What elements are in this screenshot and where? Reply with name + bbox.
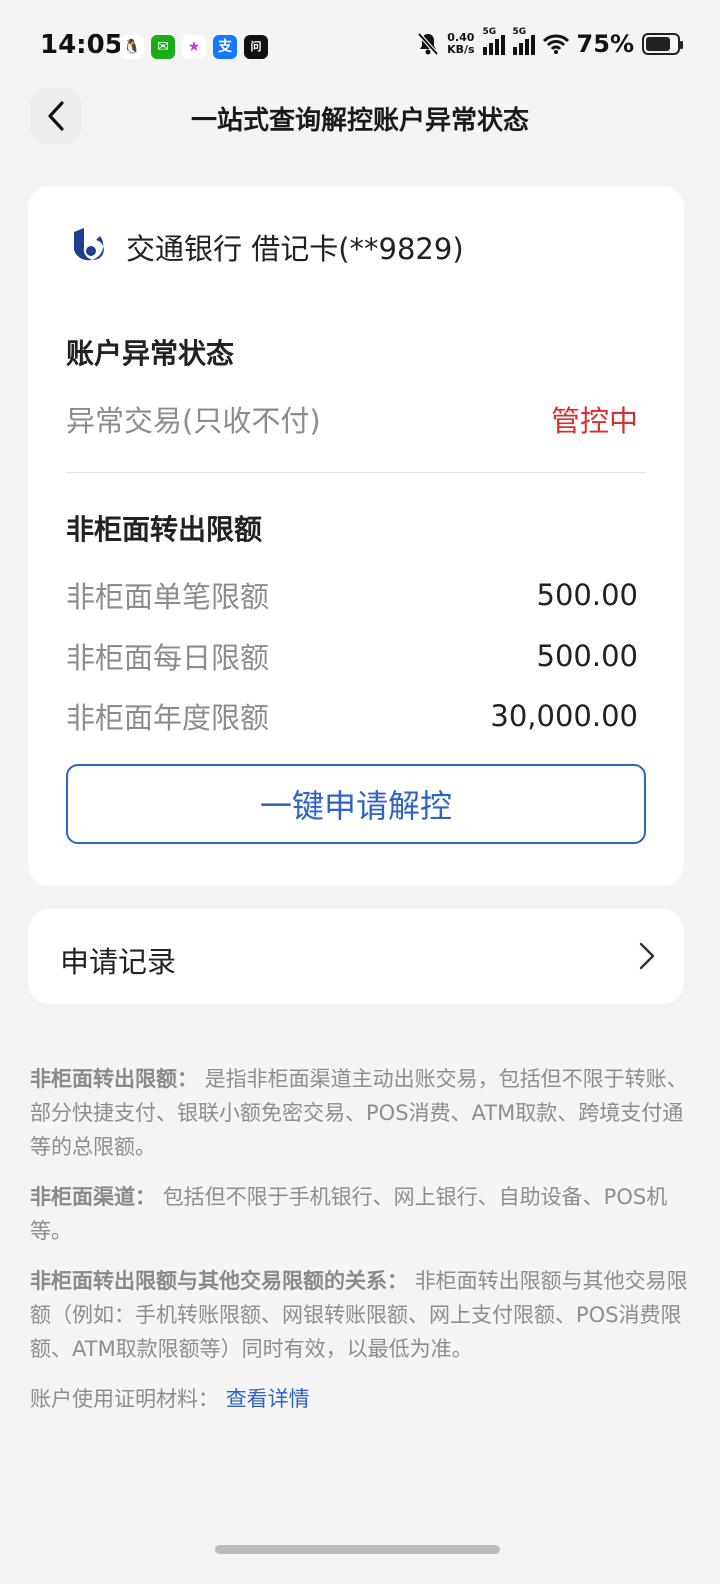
limit-row-daily: 非柜面每日限额 500.00 [66, 635, 638, 677]
wifi-icon [542, 34, 569, 54]
wechat-icon: ✉ [151, 35, 175, 59]
battery-percent: 75% [576, 30, 634, 58]
status-section-title: 账户异常状态 [66, 337, 235, 370]
notification-icons: 🐧 ✉ ★ 支 问 [120, 35, 268, 59]
note-term: 非柜面转出限额： [30, 1067, 198, 1091]
view-details-link[interactable]: 查看详情 [226, 1387, 310, 1411]
limit-value: 500.00 [536, 578, 638, 612]
bocom-logo-icon [74, 228, 104, 261]
bank-row: 交通银行 借记卡(**9829) [66, 226, 464, 268]
page-title: 一站式查询解控账户异常状态 [190, 106, 529, 136]
note-text: 账户使用证明材料： [30, 1387, 219, 1411]
signal-icon: 5G [512, 27, 535, 55]
net-speed-unit: KB/s [447, 43, 475, 56]
battery-icon [642, 33, 683, 55]
status-row: 异常交易(只收不付) 管控中 [66, 398, 638, 440]
header: 一站式查询解控账户异常状态 [0, 88, 720, 148]
qq-icon: 🐧 [120, 35, 144, 59]
status-bar: 14:05 🐧 ✉ ★ 支 问 0.40 KB/s 5G 5G 75% [0, 0, 720, 96]
status-label: 异常交易(只收不付) [66, 404, 321, 438]
limit-row-single: 非柜面单笔限额 500.00 [66, 574, 638, 616]
limit-label: 非柜面每日限额 [66, 641, 270, 675]
note-term: 非柜面转出限额与其他交易限额的关系： [30, 1269, 408, 1293]
status-time: 14:05 [40, 30, 123, 60]
note-proof-materials: 账户使用证明材料： 查看详情 [30, 1382, 692, 1416]
note-term: 非柜面渠道： [30, 1185, 156, 1209]
limit-section-title: 非柜面转出限额 [66, 513, 263, 546]
signal-icon: 5G [482, 27, 505, 55]
limit-value: 30,000.00 [490, 699, 638, 733]
signal-tag: 5G [512, 27, 527, 37]
mute-bell-icon [417, 32, 439, 56]
home-indicator[interactable] [215, 1545, 500, 1554]
unlock-button[interactable]: 一键申请解控 [66, 764, 646, 844]
limit-row-yearly: 非柜面年度限额 30,000.00 [66, 695, 638, 737]
net-speed: 0.40 KB/s [447, 32, 474, 56]
records-row[interactable]: 申请记录 [28, 909, 684, 1004]
status-right: 0.40 KB/s 5G 5G 75% [417, 27, 683, 58]
records-label: 申请记录 [60, 945, 177, 979]
limit-label: 非柜面年度限额 [66, 701, 270, 735]
limit-value: 500.00 [536, 639, 638, 673]
bank-account-name: 交通银行 借记卡(**9829) [126, 232, 464, 266]
note-channel-definition: 非柜面渠道： 包括但不限于手机银行、网上银行、自助设备、POS机等。 [30, 1180, 692, 1248]
toutiao-icon: 问 [244, 35, 268, 59]
status-badge: 管控中 [550, 404, 638, 438]
account-card: 交通银行 借记卡(**9829) 账户异常状态 异常交易(只收不付) 管控中 非… [28, 186, 684, 886]
alipay-icon: 支 [213, 35, 237, 59]
limit-label: 非柜面单笔限额 [66, 580, 270, 614]
notes-section: 非柜面转出限额： 是指非柜面渠道主动出账交易，包括但不限于转账、部分快捷支付、银… [30, 1062, 692, 1432]
divider [66, 472, 646, 473]
app-star-icon: ★ [182, 35, 206, 59]
page: 14:05 🐧 ✉ ★ 支 问 0.40 KB/s 5G 5G 75% 一站式查… [0, 0, 720, 1584]
signal-tag: 5G [482, 27, 497, 37]
note-limit-definition: 非柜面转出限额： 是指非柜面渠道主动出账交易，包括但不限于转账、部分快捷支付、银… [30, 1062, 692, 1164]
chevron-right-icon [639, 942, 655, 970]
note-limit-relation: 非柜面转出限额与其他交易限额的关系： 非柜面转出限额与其他交易限额（例如：手机转… [30, 1264, 692, 1366]
